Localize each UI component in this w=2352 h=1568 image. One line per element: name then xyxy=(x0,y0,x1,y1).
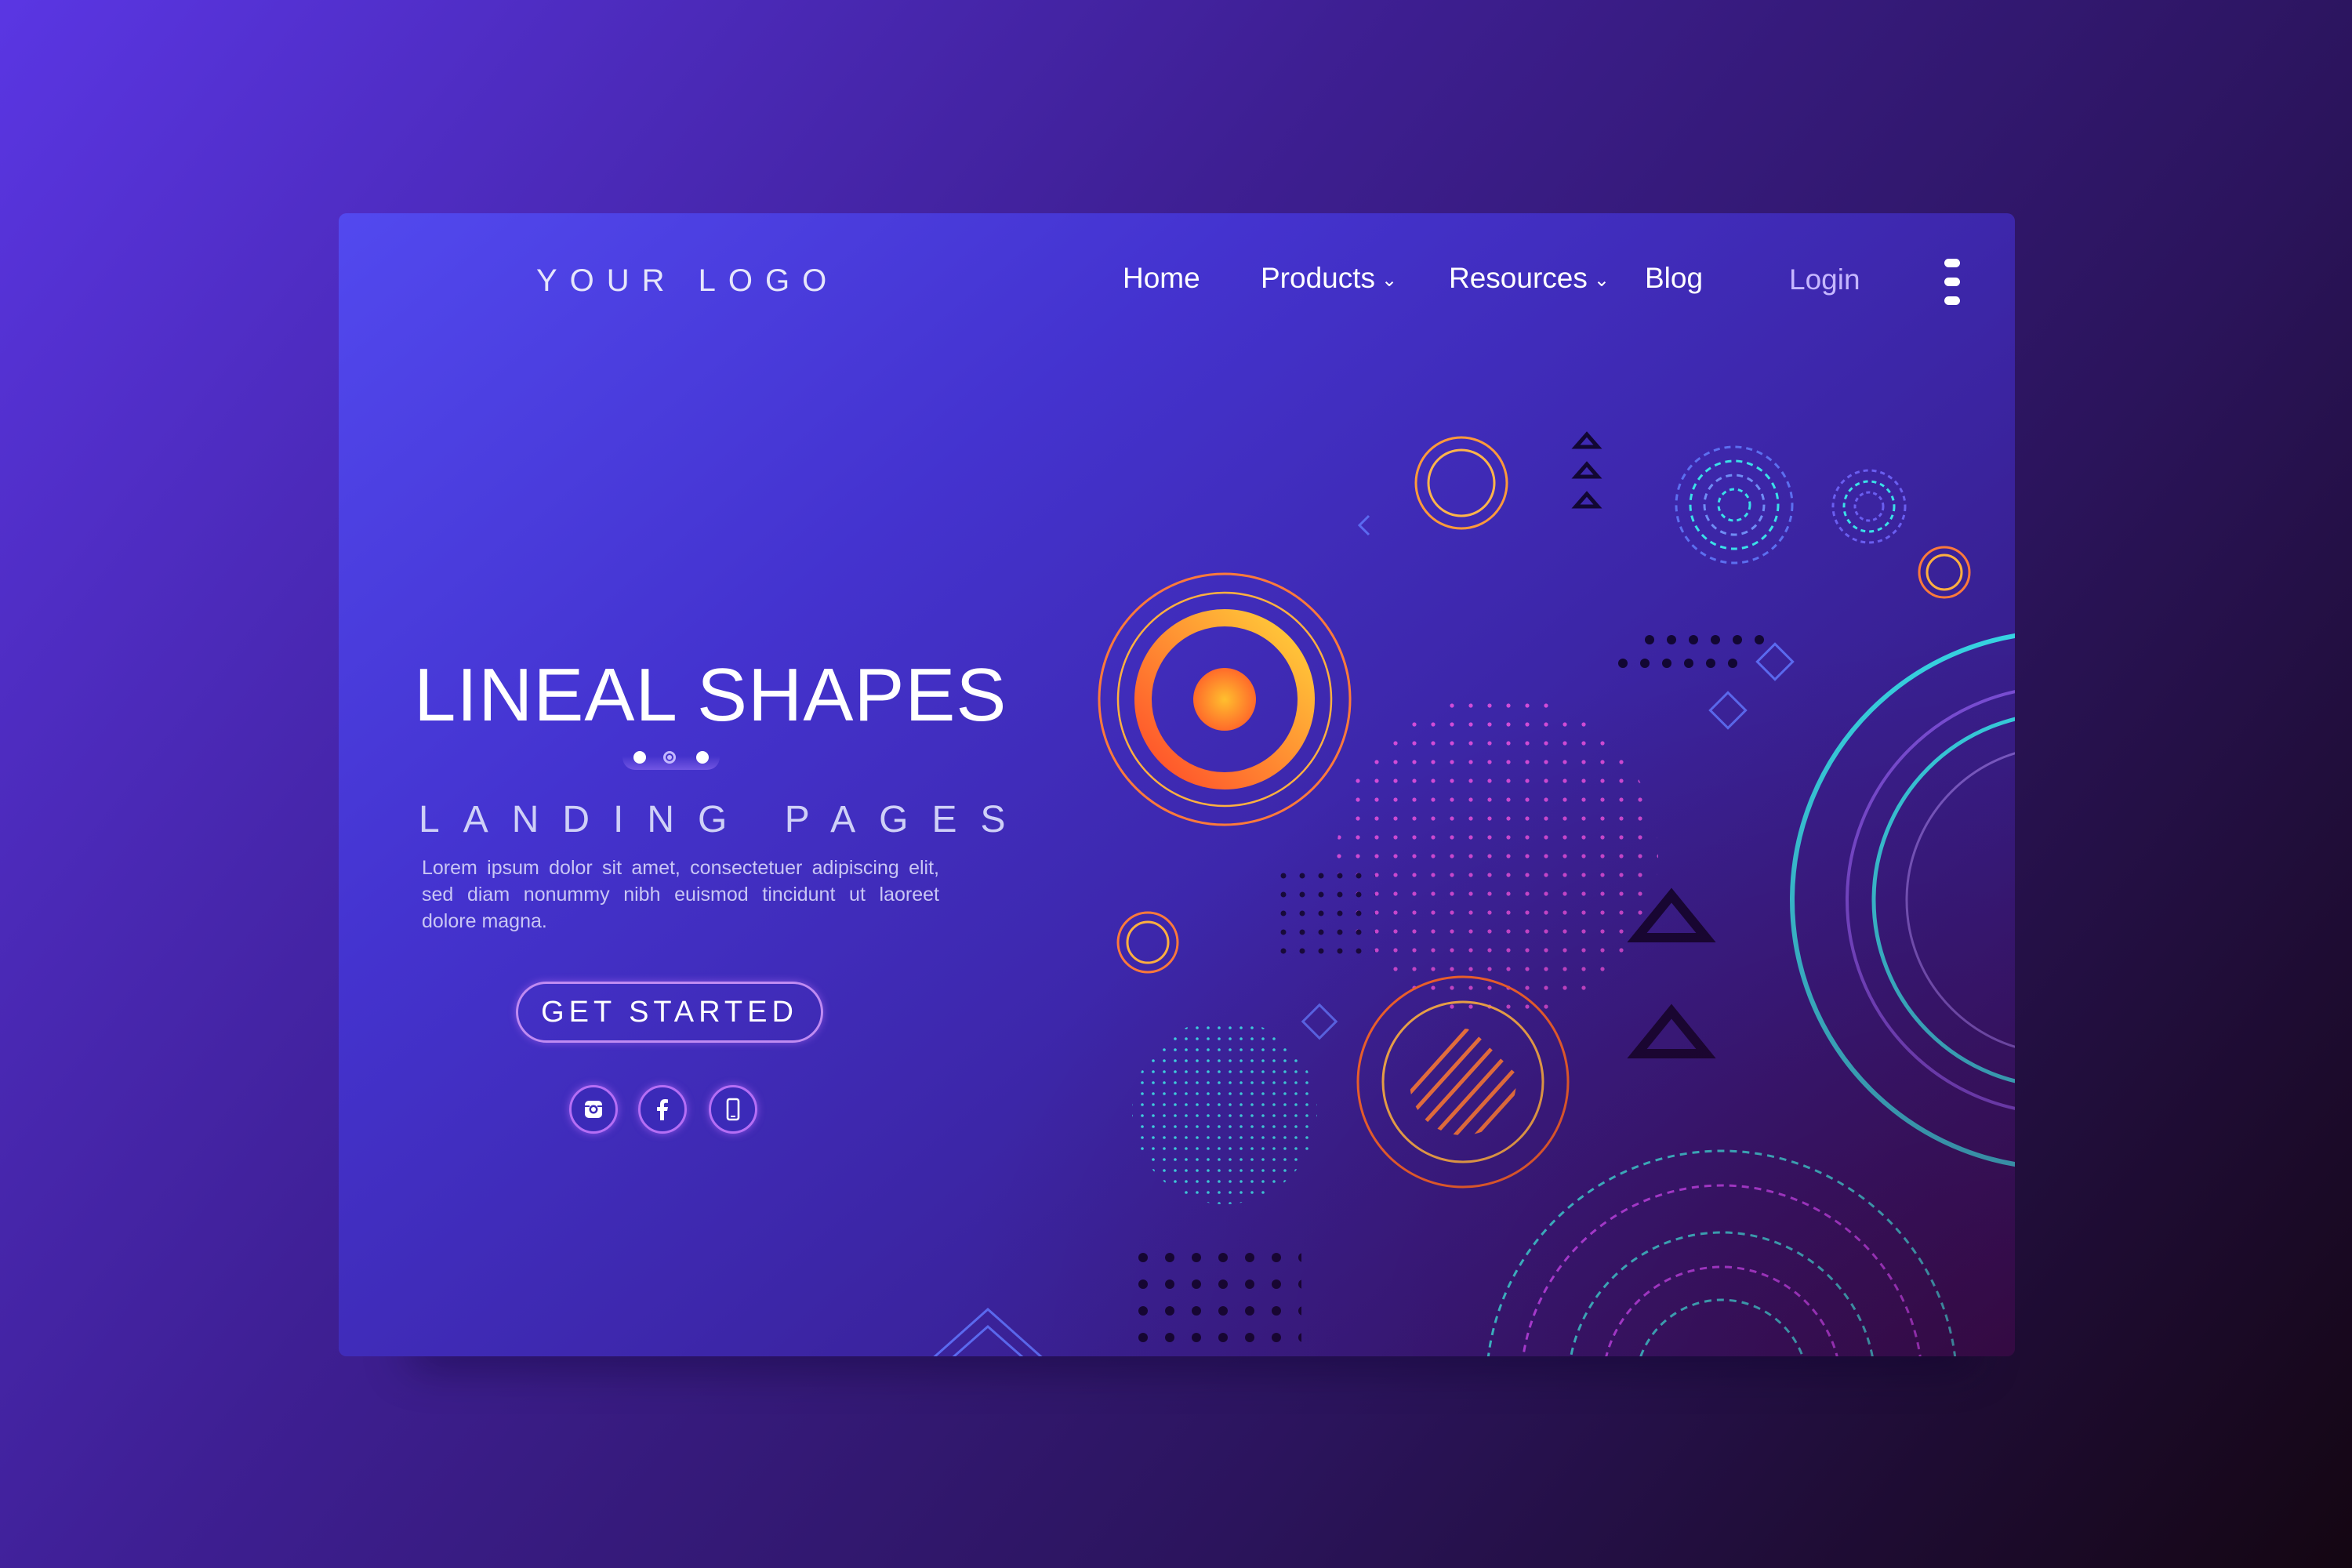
instagram-icon xyxy=(585,1101,602,1118)
slider-dots xyxy=(622,745,720,770)
hero-body: Lorem ipsum dolor sit amet, consectetuer… xyxy=(422,857,939,932)
chevron-down-icon: ⌄ xyxy=(1381,270,1398,291)
triangles-small-stack xyxy=(1571,431,1602,509)
instagram-button[interactable] xyxy=(569,1085,618,1134)
dashed-rings-top xyxy=(1675,445,1794,564)
facebook-button[interactable] xyxy=(638,1085,687,1134)
landing-page-card: YOUR LOGO Home Products ⌄ Resources ⌄ Blog… xyxy=(339,213,2015,1356)
slider-dot-active[interactable] xyxy=(663,751,676,764)
nav-item-blog[interactable]: Blog xyxy=(1645,262,1703,295)
phone-button[interactable] xyxy=(709,1085,757,1134)
hero-title: LINEAL SHAPES xyxy=(414,653,1007,737)
login-link[interactable]: Login xyxy=(1789,263,1860,296)
get-started-label: GET STARTED xyxy=(541,995,798,1029)
dashed-arcs-bottom xyxy=(1486,1149,1957,1356)
magenta-dot-cluster xyxy=(1337,695,1658,1017)
nav-item-label: Blog xyxy=(1645,262,1704,294)
vertical-ellipsis-icon[interactable] xyxy=(1943,259,1962,310)
main-nav: Home Products ⌄ Resources ⌄ Blog Login xyxy=(339,262,2015,303)
slider-dot[interactable] xyxy=(633,751,646,764)
nav-item-home[interactable]: Home xyxy=(1123,262,1200,295)
chevron-down-icon: ⌄ xyxy=(1593,270,1610,291)
dark-dot-grid-bottom xyxy=(1129,1248,1301,1356)
decorative-shapes xyxy=(933,431,2015,1356)
login-label: Login xyxy=(1789,263,1860,296)
neon-arc-right xyxy=(1790,633,2015,1167)
slider-dot[interactable] xyxy=(696,751,709,764)
bottom-chevron xyxy=(933,1307,1043,1356)
dark-dot-row xyxy=(1618,635,1764,668)
ring-small-left xyxy=(1116,911,1179,974)
nav-item-label: Resources xyxy=(1449,262,1588,294)
nav-item-products[interactable]: Products ⌄ xyxy=(1261,262,1397,295)
phone-icon xyxy=(726,1098,740,1121)
facebook-icon xyxy=(657,1099,668,1120)
nav-item-label: Products xyxy=(1261,262,1376,294)
hero-subtitle: LANDING PAGES xyxy=(419,799,1029,840)
target-circle xyxy=(1098,572,1352,826)
cyan-dot-cluster xyxy=(1132,1019,1317,1204)
ring-top xyxy=(1414,436,1508,530)
triangles-large xyxy=(1627,887,1716,1058)
nav-item-label: Home xyxy=(1123,262,1200,294)
nav-item-resources[interactable]: Resources ⌄ xyxy=(1449,262,1610,295)
get-started-button[interactable]: GET STARTED xyxy=(516,982,823,1043)
dashed-rings-small xyxy=(1831,469,1907,544)
ring-small-right xyxy=(1918,546,1971,599)
dark-dot-grid xyxy=(1276,864,1375,966)
